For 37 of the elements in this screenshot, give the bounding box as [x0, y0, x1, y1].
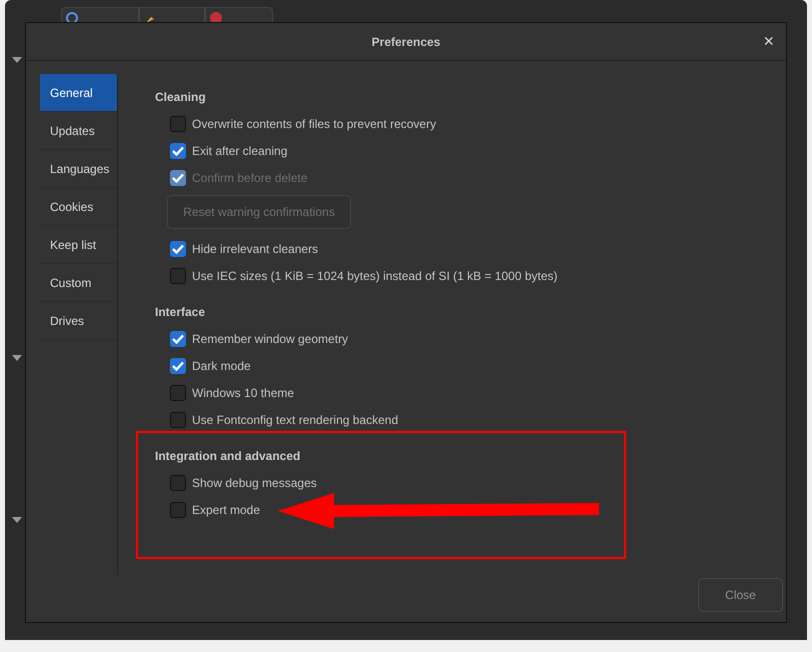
option-label: Exit after cleaning — [192, 142, 288, 160]
option-label: Expert mode — [192, 502, 260, 518]
option-label: Windows 10 theme — [192, 384, 294, 402]
option-label: Show debug messages — [192, 474, 317, 492]
close-button[interactable]: Close — [698, 578, 783, 612]
sidebar-tab[interactable]: Drives — [40, 302, 117, 340]
expander-icon[interactable] — [12, 355, 22, 361]
sidebar-tab[interactable]: Cookies — [40, 188, 117, 226]
checkbox[interactable] — [170, 358, 186, 374]
expander-icon[interactable] — [12, 517, 22, 523]
section-heading: Interface — [155, 304, 206, 321]
option-label: Confirm before delete — [192, 170, 308, 186]
option-label: Use Fontconfig text rendering backend — [192, 412, 398, 428]
sidebar-tab[interactable]: Updates — [40, 112, 117, 150]
section-heading: Integration and advanced — [155, 448, 302, 465]
dialog-title: Preferences — [372, 34, 440, 50]
checkbox[interactable] — [170, 268, 186, 284]
expander-icon[interactable] — [12, 57, 22, 63]
checkbox[interactable] — [170, 330, 186, 346]
checkbox[interactable] — [170, 384, 186, 400]
option-label: Use IEC sizes (1 KiB = 1024 bytes) instead of SI (1 kB = 1000 bytes) — [192, 268, 558, 284]
checkbox[interactable] — [170, 502, 186, 518]
sidebar-tab[interactable]: Custom — [40, 264, 117, 302]
sidebar-tab[interactable]: Keep list — [40, 226, 117, 264]
checkbox[interactable] — [170, 474, 186, 490]
sidebar-tab[interactable]: General — [40, 74, 117, 112]
section-heading: Cleaning — [155, 89, 207, 106]
checkbox[interactable] — [170, 142, 186, 158]
checkbox[interactable] — [170, 240, 186, 256]
option-label: Remember window geometry — [192, 330, 348, 348]
option-label: Hide irrelevant cleaners — [192, 240, 318, 258]
checkbox[interactable] — [170, 412, 186, 428]
sidebar-tab[interactable]: Languages — [40, 150, 117, 188]
option-label: Overwrite contents of files to prevent recovery — [192, 116, 436, 132]
option-label: Dark mode — [192, 358, 251, 374]
checkbox[interactable] — [170, 116, 186, 132]
magnifier-icon — [65, 11, 79, 25]
